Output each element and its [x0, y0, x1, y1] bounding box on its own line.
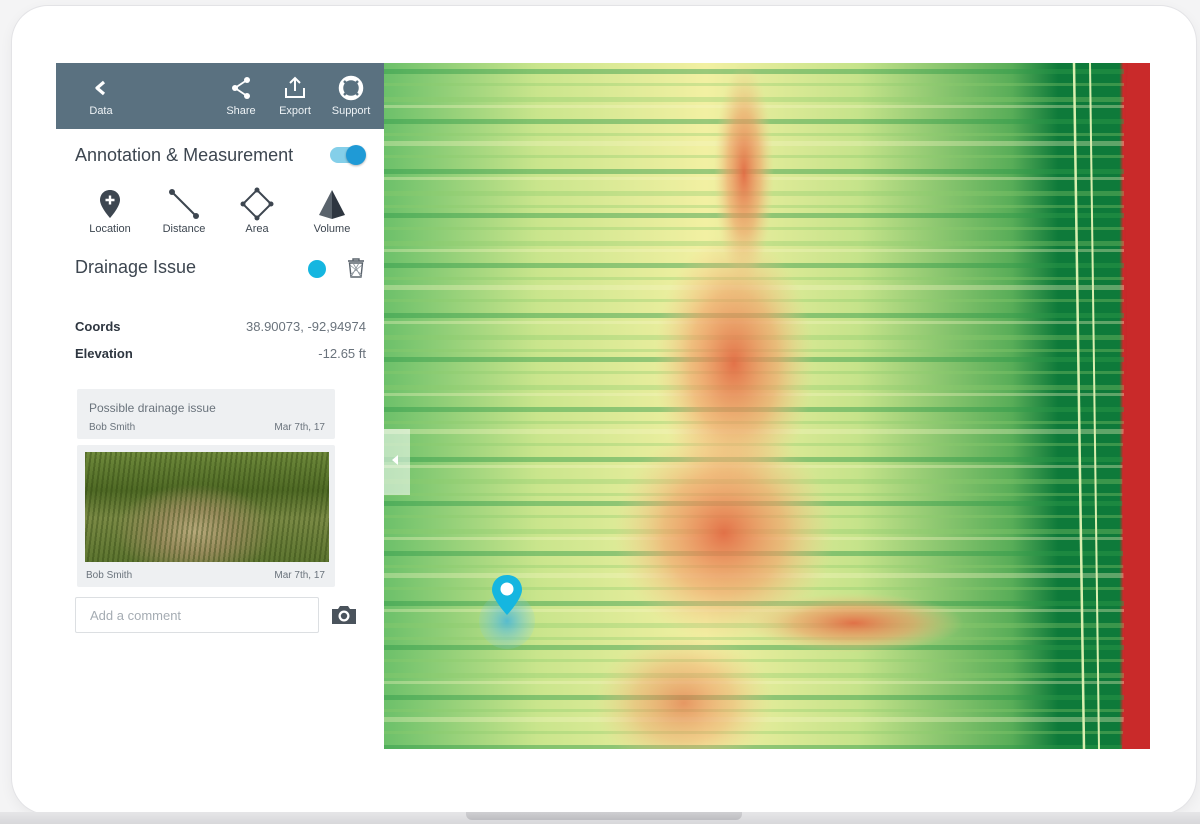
export-icon: [285, 76, 305, 98]
share-label: Share: [226, 105, 256, 117]
comment-card: Possible drainage issue Bob Smith Mar 7t…: [77, 389, 335, 439]
drainage-issue-map-pin[interactable]: [474, 571, 540, 651]
back-label: Data: [89, 105, 113, 117]
field-photo[interactable]: [85, 452, 329, 562]
support-label: Support: [331, 105, 371, 117]
measurement-tools: Location Distance Area Volume: [78, 187, 368, 243]
lifebuoy-icon: [338, 75, 364, 101]
support-button[interactable]: Support: [322, 63, 380, 129]
elevation-value: -12.65 ft: [318, 346, 366, 361]
export-button[interactable]: Export: [272, 63, 318, 129]
annotation-name: Drainage Issue: [75, 257, 197, 277]
area-tool-button[interactable]: Area: [225, 187, 289, 235]
collapse-arrow-icon: [392, 455, 398, 465]
annotation-sidebar: Data Share Export Support Annotation & M…: [56, 63, 384, 749]
location-tool-label: Location: [89, 223, 131, 235]
volume-tool-button[interactable]: Volume: [300, 187, 364, 235]
share-icon: [232, 77, 250, 99]
sidebar-toolbar: Data Share Export Support: [56, 63, 384, 129]
back-to-data-button[interactable]: Data: [78, 63, 124, 129]
camera-icon[interactable]: [330, 604, 358, 626]
coords-value: 38.90073, -92,94974: [246, 319, 366, 334]
chevron-left-icon: [95, 80, 106, 96]
location-pin-add-icon: [100, 190, 120, 218]
trash-icon[interactable]: [346, 257, 366, 279]
comment-date: Mar 7th, 17: [274, 422, 325, 433]
annotation-color-dot[interactable]: [308, 260, 326, 278]
comment-text: Possible drainage issue: [89, 401, 216, 415]
app-screen: Data Share Export Support Annotation & M…: [56, 63, 1150, 749]
annotation-toggle[interactable]: [330, 145, 366, 165]
volume-tool-label: Volume: [313, 223, 351, 235]
volume-pyramid-icon: [319, 190, 345, 219]
photo-author: Bob Smith: [86, 570, 133, 581]
annotation-section-title: Annotation & Measurement: [75, 145, 294, 165]
laptop-notch: [466, 812, 742, 820]
share-button[interactable]: Share: [219, 63, 263, 129]
collapse-sidebar-handle[interactable]: [384, 429, 410, 495]
toggle-knob: [346, 145, 366, 165]
export-label: Export: [279, 105, 311, 117]
location-tool-button[interactable]: Location: [78, 187, 142, 235]
elevation-label: Elevation: [75, 346, 133, 361]
distance-tool-label: Distance: [162, 223, 206, 235]
area-tool-label: Area: [245, 223, 269, 235]
comment-input[interactable]: [75, 597, 319, 633]
photo-date: Mar 7th, 17: [274, 570, 325, 581]
coords-label: Coords: [75, 319, 121, 334]
comment-author: Bob Smith: [89, 422, 136, 433]
photo-comment-card: Bob Smith Mar 7th, 17: [77, 445, 335, 587]
distance-tool-button[interactable]: Distance: [152, 187, 216, 235]
distance-line-icon: [169, 189, 199, 219]
area-polygon-icon: [240, 187, 274, 221]
